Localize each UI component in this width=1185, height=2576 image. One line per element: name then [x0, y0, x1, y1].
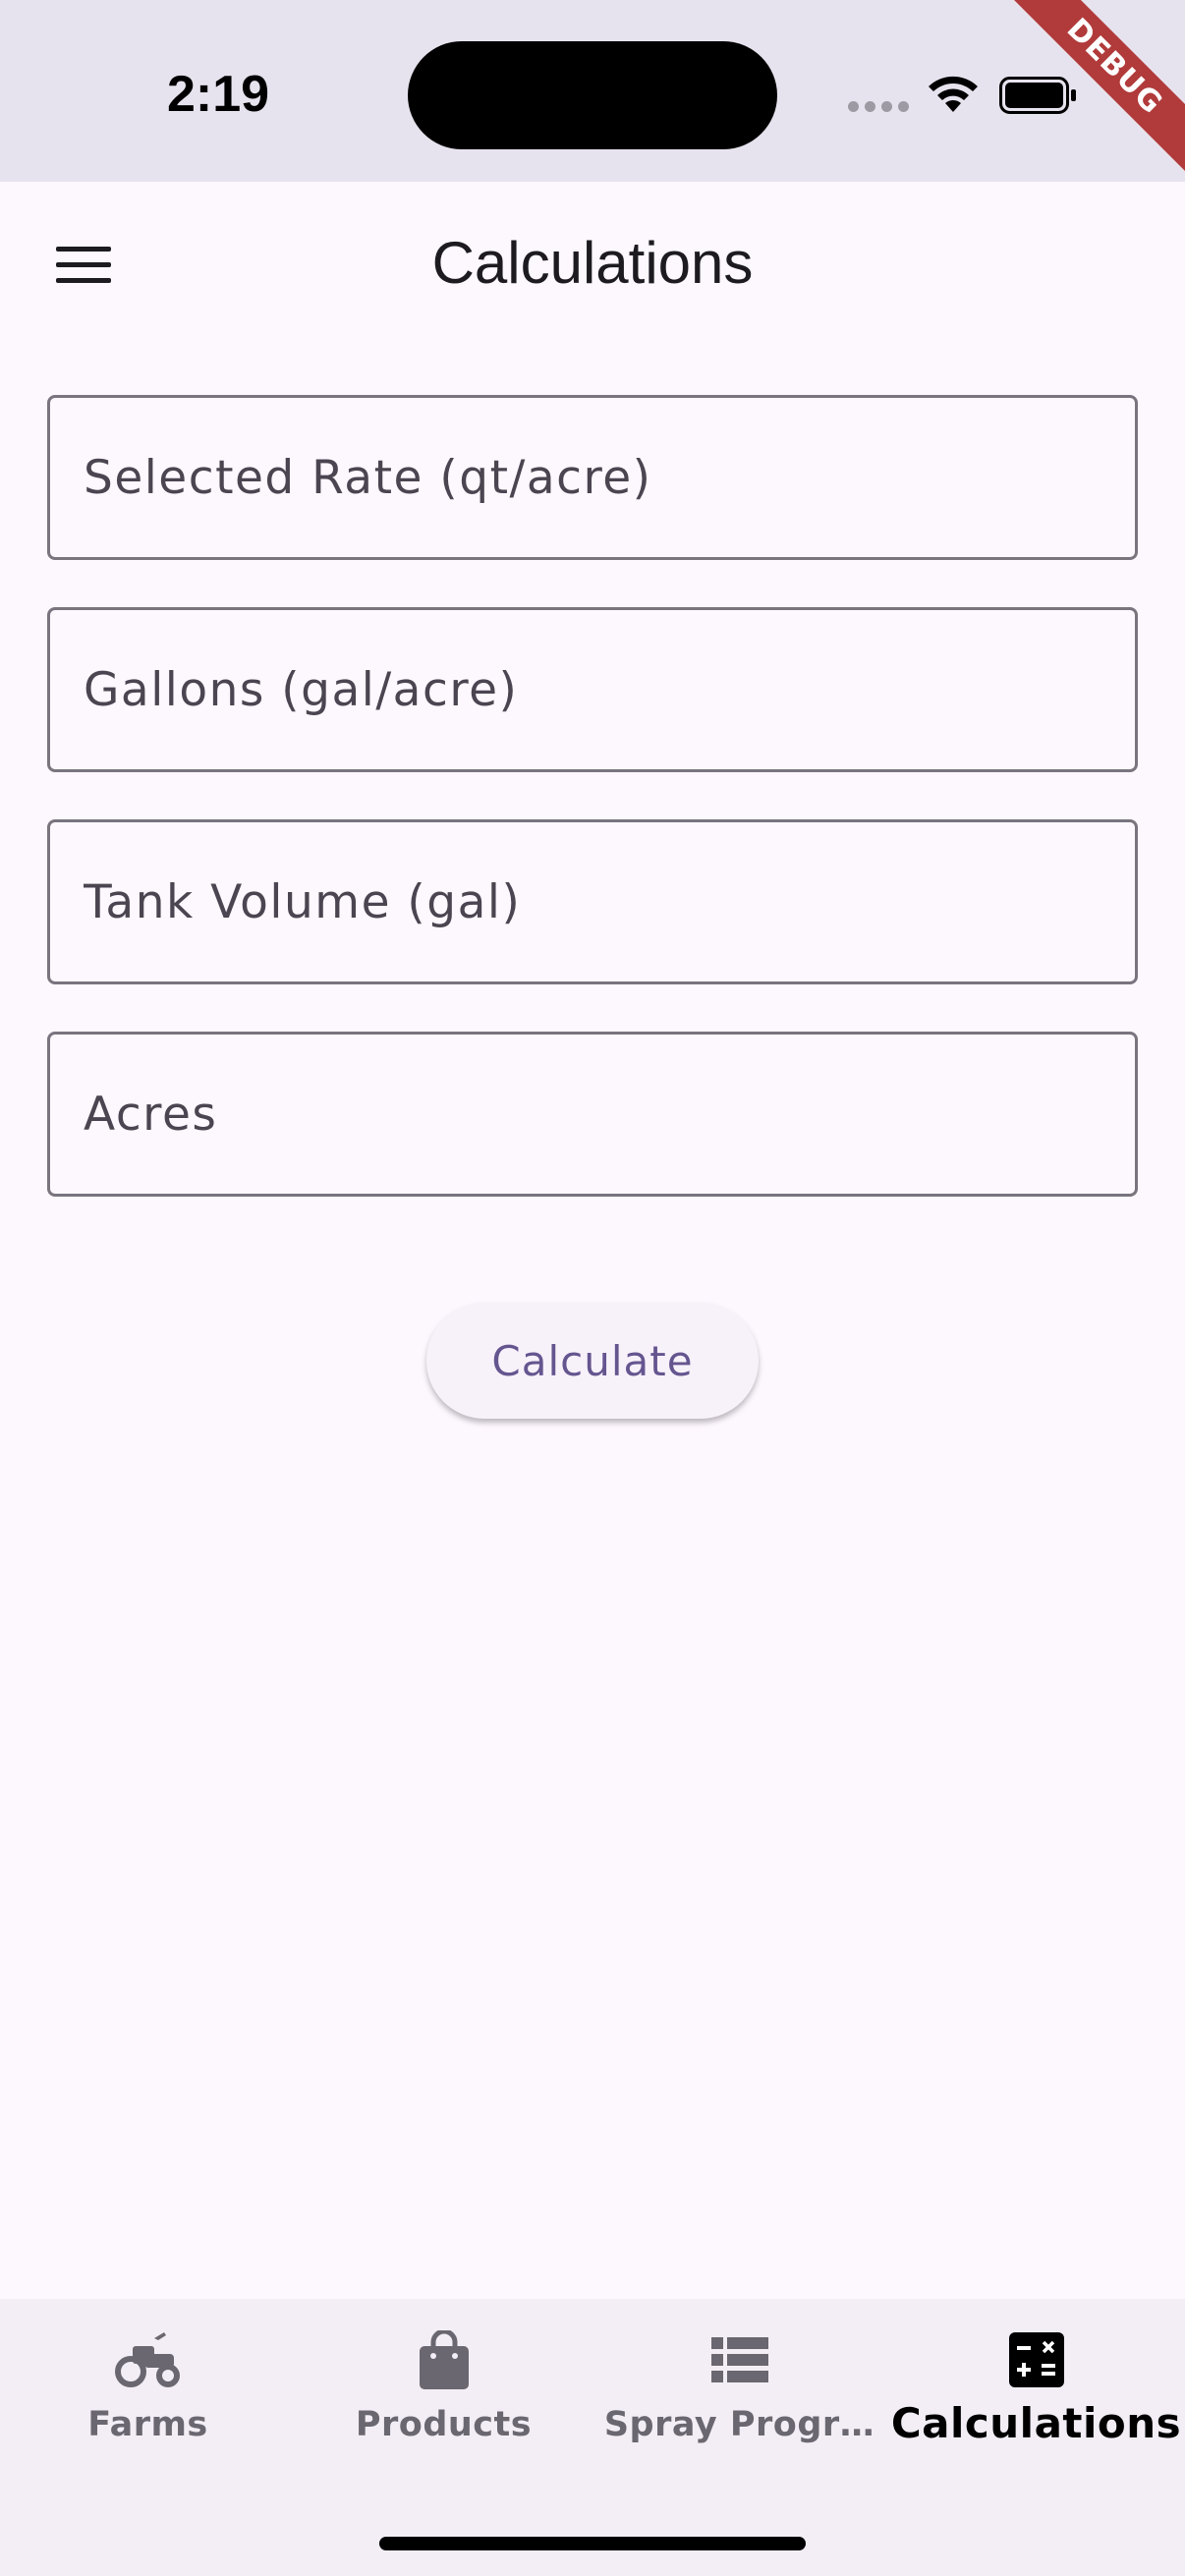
status-bar: 2:19 DEBUG [0, 0, 1185, 182]
page-title: Calculations [431, 230, 754, 296]
app-bar: Calculations [0, 182, 1185, 349]
tractor-icon [114, 2328, 183, 2391]
tank-volume-field[interactable] [47, 819, 1138, 984]
nav-item-products[interactable]: Products [296, 2328, 592, 2466]
debug-label: DEBUG [1008, 0, 1185, 174]
gallons-input[interactable] [84, 662, 1135, 717]
calculate-icon [1002, 2328, 1071, 2391]
nav-label-calculations: Calculations [890, 2399, 1182, 2447]
nav-label-spray-programs: Spray Progr… [603, 2405, 875, 2444]
cellular-signal-icon [848, 101, 909, 112]
nav-item-calculations[interactable]: Calculations [888, 2328, 1184, 2466]
gallons-field[interactable] [47, 607, 1138, 772]
wifi-icon [929, 76, 978, 112]
bottom-navigation: Farms Products Spray Progr… Calculations [0, 2299, 1185, 2576]
nav-label-products: Products [355, 2405, 533, 2444]
nav-item-spray-programs[interactable]: Spray Progr… [592, 2328, 887, 2466]
home-indicator [379, 2537, 806, 2550]
debug-banner: DEBUG [1008, 0, 1185, 177]
status-time: 2:19 [167, 66, 270, 123]
selected-rate-field[interactable] [47, 395, 1138, 560]
calculate-button[interactable]: Calculate [426, 1303, 759, 1419]
acres-field[interactable] [47, 1032, 1138, 1197]
dynamic-island [408, 41, 777, 149]
shopping-bag-icon [410, 2328, 479, 2391]
nav-label-farms: Farms [87, 2405, 208, 2444]
nav-item-farms[interactable]: Farms [0, 2328, 296, 2466]
tank-volume-input[interactable] [84, 874, 1135, 929]
acres-input[interactable] [84, 1087, 1135, 1142]
list-icon [705, 2328, 774, 2391]
selected-rate-input[interactable] [84, 450, 1135, 505]
